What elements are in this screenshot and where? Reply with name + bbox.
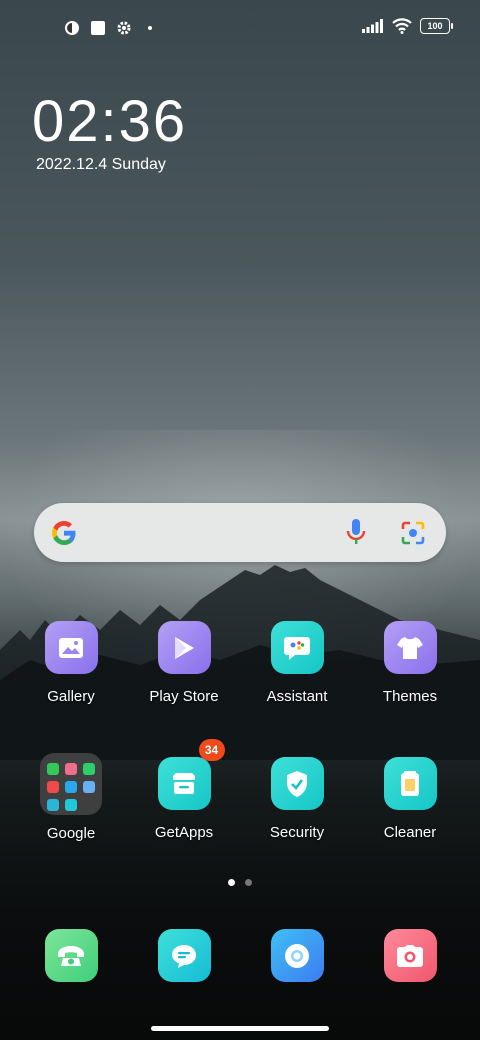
app-label: Play Store (149, 688, 219, 705)
dot-icon (148, 26, 152, 30)
dock-camera[interactable] (355, 929, 465, 982)
app-label: Cleaner (383, 824, 437, 841)
gesture-nav-bar[interactable] (151, 1026, 329, 1031)
battery-indicator: 100 (420, 18, 453, 34)
lens-icon[interactable] (400, 520, 426, 546)
app-label: Google (46, 825, 96, 842)
app-getapps[interactable]: 34 GetApps (129, 739, 239, 841)
getapps-icon: 34 (157, 739, 225, 810)
notification-badge: 34 (198, 739, 225, 761)
themes-icon (383, 621, 437, 674)
gear-icon (117, 21, 131, 35)
page-dot (245, 879, 252, 886)
cleaner-icon (383, 757, 437, 810)
google-search-bar[interactable] (34, 503, 446, 562)
security-icon (270, 757, 324, 810)
mic-icon[interactable] (346, 518, 366, 546)
app-themes[interactable]: Themes (355, 621, 465, 705)
app-assistant[interactable]: Assistant (242, 621, 352, 705)
camera-icon (383, 929, 437, 982)
app-label: Assistant (266, 688, 328, 705)
app-label: GetApps (154, 824, 214, 841)
square-notification-icon (91, 21, 105, 35)
signal-icon (362, 19, 383, 33)
app-gallery[interactable]: Gallery (16, 621, 126, 705)
page-indicator[interactable] (0, 879, 480, 886)
phone-icon (44, 929, 98, 982)
clock-date[interactable]: 2022.12.4 Sunday (36, 156, 166, 174)
app-label: Gallery (47, 688, 95, 705)
browser-icon (270, 929, 324, 982)
status-bar: 100 (0, 14, 480, 42)
app-security[interactable]: Security (242, 757, 352, 841)
app-label: Themes (382, 688, 438, 705)
wifi-icon (392, 18, 412, 34)
app-cleaner[interactable]: Cleaner (355, 757, 465, 841)
clock-time[interactable]: 02:36 (32, 88, 187, 155)
google-logo (52, 521, 76, 545)
app-google-folder[interactable]: Google (16, 753, 126, 842)
face-app-icon (65, 21, 79, 35)
messages-icon (157, 929, 211, 982)
app-label: Security (269, 824, 325, 841)
play-store-icon (157, 621, 211, 674)
gallery-icon (44, 621, 98, 674)
assistant-icon (270, 621, 324, 674)
page-dot-active (228, 879, 235, 886)
dock-messages[interactable] (129, 929, 239, 982)
app-play-store[interactable]: Play Store (129, 621, 239, 705)
dock-phone[interactable] (16, 929, 126, 982)
google-folder-icon (40, 753, 102, 815)
dock-browser[interactable] (242, 929, 352, 982)
